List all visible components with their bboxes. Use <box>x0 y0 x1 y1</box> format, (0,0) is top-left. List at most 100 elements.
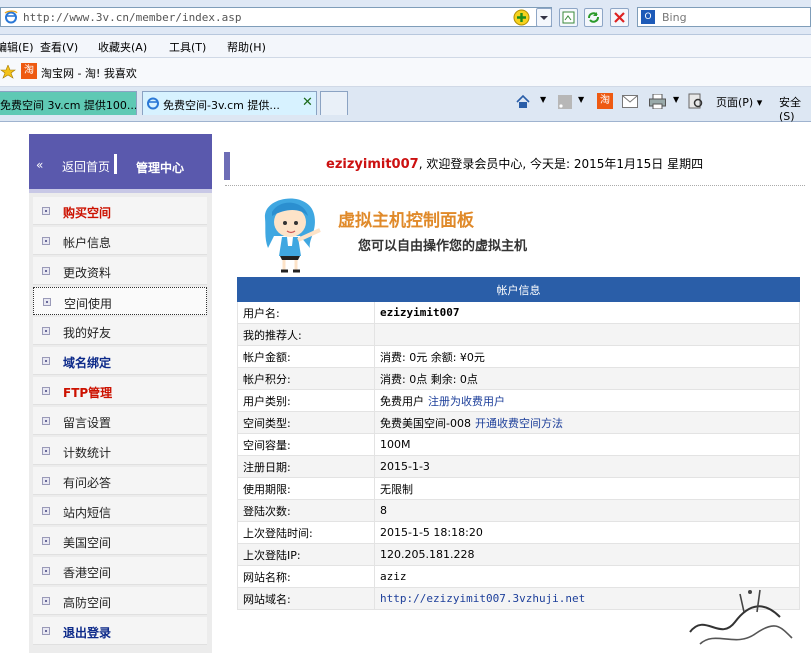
sidebar-item[interactable]: 退出登录 <box>33 617 207 645</box>
close-tab-icon[interactable]: ✕ <box>302 95 313 110</box>
bullet-icon <box>42 357 50 365</box>
row-value-cell: ezizyimit007 <box>374 301 800 324</box>
sidebar-item[interactable]: 留言设置 <box>33 407 207 435</box>
research-icon[interactable] <box>688 93 704 110</box>
row-key: 用户类别: <box>237 389 375 412</box>
tab-1[interactable]: 免费空间 3v.cm 提供100... <box>0 91 137 115</box>
bullet-icon <box>42 327 50 335</box>
feeds-icon[interactable] <box>558 95 572 109</box>
favorite-taobao[interactable]: 淘宝网 - 淘! 我喜欢 <box>41 65 137 81</box>
row-key: 空间类型: <box>237 411 375 434</box>
menu-edit[interactable]: 编辑(E) <box>0 39 34 55</box>
row-value: 免费美国空间-008 <box>380 416 471 430</box>
tab-2[interactable]: 免费空间-3v.cm 提供... ✕ <box>142 91 317 115</box>
sidebar-item[interactable]: 有问必答 <box>33 467 207 495</box>
row-action-link[interactable]: 开通收费空间方法 <box>475 417 563 430</box>
welcome-message: ezizyimit007, 欢迎登录会员中心, 今天是: 2015年1月15日 … <box>326 155 703 172</box>
panel-subtitle: 您可以自由操作您的虚拟主机 <box>358 239 528 254</box>
compat-view-icon[interactable] <box>559 8 578 27</box>
taobao-icon: 淘 <box>21 63 37 79</box>
favorites-star-icon[interactable] <box>0 65 16 79</box>
taobao-toolbar-icon[interactable]: 淘 <box>597 93 613 109</box>
back-home-link[interactable]: 返回首页 <box>62 158 110 175</box>
sidebar-menu: 购买空间 帐户信息 更改资料 空间使用 我的好友 域名绑定 FTP管理 留言设置 计数统计 有问必… <box>29 193 212 653</box>
safety-menu[interactable]: 安全(S) <box>779 94 811 123</box>
print-dropdown-icon[interactable]: ▼ <box>673 95 679 104</box>
home-icon[interactable] <box>515 94 531 110</box>
watermark-logo <box>689 589 793 645</box>
menu-tools[interactable]: 工具(T) <box>169 39 206 55</box>
menu-help[interactable]: 帮助(H) <box>227 39 266 55</box>
row-key: 我的推荐人: <box>237 323 375 346</box>
row-key: 上次登陆时间: <box>237 521 375 544</box>
sidebar-item-label: 退出登录 <box>63 626 112 640</box>
table-row: 用户名: ezizyimit007 <box>237 301 800 324</box>
row-key: 登陆次数: <box>237 499 375 522</box>
sidebar-item[interactable]: 我的好友 <box>33 317 207 345</box>
tab-2-label: 免费空间-3v.cm 提供... <box>163 99 280 112</box>
search-placeholder: Bing <box>662 11 687 24</box>
double-chevron-left-icon: « <box>36 158 44 172</box>
bullet-icon <box>42 207 50 215</box>
new-tab-button[interactable] <box>320 91 348 115</box>
sidebar-item-label: 香港空间 <box>63 566 112 580</box>
address-dropdown-icon[interactable] <box>536 8 552 27</box>
row-value: 无限制 <box>380 482 413 496</box>
account-info-table: 帐户信息 用户名: ezizyimit007 我的推荐人: 帐户金额: 消费: 0元 余… <box>237 277 800 610</box>
tab-1-label: 免费空间 3v.cm 提供100... <box>0 99 137 112</box>
home-dropdown-icon[interactable]: ▼ <box>540 95 546 104</box>
sidebar-item[interactable]: 帐户信息 <box>33 227 207 255</box>
menu-favorites[interactable]: 收藏夹(A) <box>98 39 147 55</box>
search-box[interactable]: O Bing <box>637 7 811 27</box>
page-menu[interactable]: 页面(P) ▾ <box>716 94 762 110</box>
sidebar-item[interactable]: 空间使用 <box>33 287 207 315</box>
bullet-icon <box>42 597 50 605</box>
row-value[interactable]: http://ezizyimit007.3vzhuji.net <box>380 592 585 605</box>
page-menu-label: 页面(P) <box>716 96 754 109</box>
sidebar-item[interactable]: 计数统计 <box>33 437 207 465</box>
sidebar-item[interactable]: 站内短信 <box>33 497 207 525</box>
table-row: 用户类别: 免费用户 注册为收费用户 <box>237 389 800 412</box>
table-row: 我的推荐人: <box>237 323 800 346</box>
row-key: 上次登陆IP: <box>237 543 375 566</box>
sidebar-item[interactable]: 香港空间 <box>33 557 207 585</box>
go-icon[interactable] <box>512 8 531 27</box>
search-provider-icon: O <box>641 10 655 24</box>
menu-view[interactable]: 查看(V) <box>40 39 78 55</box>
row-value: 免费用户 <box>380 394 424 408</box>
row-value: 2015-1-3 <box>380 460 430 473</box>
stop-icon[interactable] <box>610 8 629 27</box>
row-value-cell: 2015-1-5 18:18:20 <box>374 521 800 544</box>
bullet-icon <box>42 267 50 275</box>
mail-icon[interactable] <box>622 95 638 108</box>
table-row: 上次登陆IP: 120.205.181.228 <box>237 543 800 566</box>
sidebar-item[interactable]: 购买空间 <box>33 197 207 225</box>
sidebar-item-label: 站内短信 <box>63 506 112 520</box>
sidebar-item[interactable]: 域名绑定 <box>33 347 207 375</box>
row-value-cell: 8 <box>374 499 800 522</box>
feeds-dropdown-icon[interactable]: ▼ <box>578 95 584 104</box>
table-row: 帐户金额: 消费: 0元 余额: ¥0元 <box>237 345 800 368</box>
print-icon[interactable] <box>649 94 666 109</box>
sidebar-item[interactable]: 高防空间 <box>33 587 207 615</box>
address-bar-row: http://www.3v.cn/member/index.asp O Bing <box>0 0 811 35</box>
row-action-link[interactable]: 注册为收费用户 <box>428 395 505 408</box>
sidebar-item[interactable]: 更改资料 <box>33 257 207 285</box>
address-bar[interactable]: http://www.3v.cn/member/index.asp <box>0 7 552 27</box>
management-center-label: 管理中心 <box>136 161 185 175</box>
bullet-icon <box>42 387 50 395</box>
sidebar-item[interactable]: 美国空间 <box>33 527 207 555</box>
refresh-icon[interactable] <box>584 8 603 27</box>
bullet-icon <box>43 298 51 306</box>
favorites-bar: 淘 淘宝网 - 淘! 我喜欢 <box>0 58 811 87</box>
table-row: 帐户积分: 消费: 0点 剩余: 0点 <box>237 367 800 390</box>
bullet-icon <box>42 237 50 245</box>
sidebar-item-label: 高防空间 <box>63 596 112 610</box>
row-value-cell: 消费: 0点 剩余: 0点 <box>374 367 800 390</box>
sidebar-item[interactable]: FTP管理 <box>33 377 207 405</box>
row-value: 8 <box>380 504 387 517</box>
account-table-title: 帐户信息 <box>237 277 800 302</box>
row-key: 使用期限: <box>237 477 375 500</box>
row-key: 帐户积分: <box>237 367 375 390</box>
welcome-username: ezizyimit007 <box>326 157 419 172</box>
